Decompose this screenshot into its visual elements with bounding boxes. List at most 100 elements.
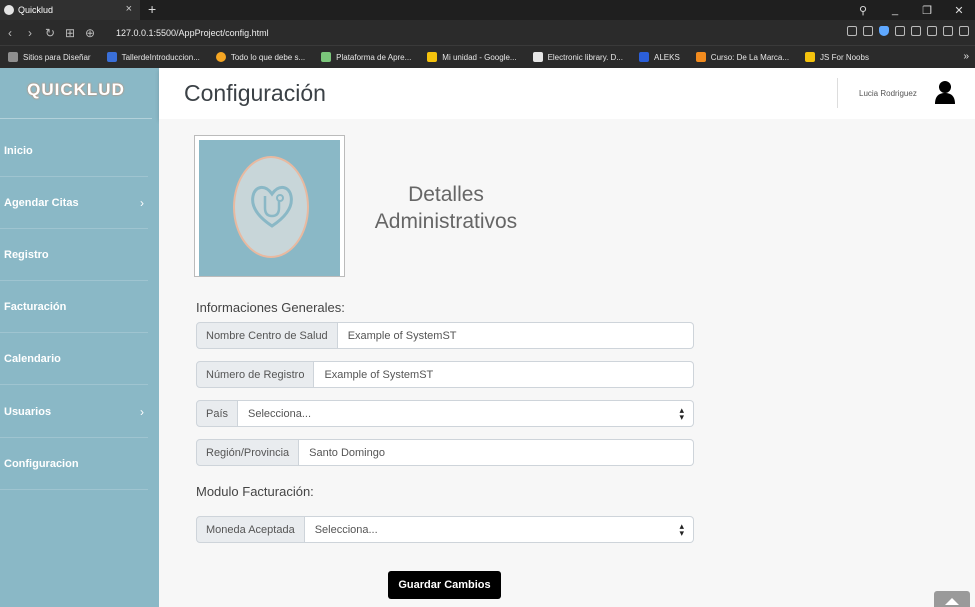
- sidebar: QUICKLUD Inicio Agendar Citas › Registro…: [0, 68, 159, 607]
- chevron-right-icon: ›: [140, 405, 144, 419]
- bookmark-item[interactable]: TallerdeIntroduccion...: [106, 52, 200, 62]
- sidebar-item-label: Facturación: [4, 301, 67, 313]
- bookmark-label: Plataforma de Apre...: [336, 52, 412, 62]
- new-tab-button[interactable]: +: [148, 1, 156, 17]
- drive-icon: [427, 52, 438, 62]
- currency-select-value: Selecciona...: [314, 523, 378, 536]
- bookmark-item[interactable]: JS For Noobs: [805, 52, 869, 62]
- restore-button[interactable]: ❐: [911, 4, 943, 17]
- bookmark-icon: [639, 52, 649, 62]
- user-name[interactable]: Lucia Rodriguez: [859, 89, 917, 98]
- page-title: Configuración: [184, 80, 326, 106]
- tab-favicon-icon: [4, 5, 14, 15]
- top-header: Configuración Lucia Rodriguez: [159, 68, 975, 119]
- screenshot-icon[interactable]: [863, 26, 873, 36]
- brand-divider: [0, 118, 152, 119]
- region-input[interactable]: Santo Domingo: [299, 439, 694, 466]
- header-divider: [837, 78, 838, 108]
- bookmark-label: JS For Noobs: [820, 52, 869, 62]
- bookmark-item[interactable]: Todo lo que debe s...: [215, 52, 306, 62]
- search-tabs-icon[interactable]: ⚲: [847, 4, 879, 17]
- menu-icon[interactable]: [959, 26, 969, 36]
- window-controls: ⚲ _ ❐ ✕: [847, 0, 975, 20]
- brand-logo[interactable]: QUICKLUD: [0, 80, 152, 100]
- extensions-icon[interactable]: [927, 26, 937, 36]
- stethoscope-heart-icon: [251, 186, 293, 228]
- registry-number-input[interactable]: Example of SystemST: [314, 361, 694, 388]
- bookmark-item[interactable]: Electronic library. D...: [532, 52, 623, 62]
- bookmark-label: Sitios para Diseñar: [23, 52, 91, 62]
- user-avatar-icon[interactable]: [934, 80, 956, 104]
- bookmark-icon: [805, 52, 816, 62]
- reload-icon[interactable]: ↻: [40, 26, 60, 40]
- health-center-group: Nombre Centro de Salud Example of System…: [196, 322, 694, 349]
- sidebar-item-label: Inicio: [4, 145, 33, 157]
- bookmark-icon: [106, 52, 117, 62]
- region-label: Región/Provincia: [196, 439, 300, 466]
- sidebar-item-configuracion[interactable]: Configuracion: [0, 438, 152, 490]
- country-select[interactable]: Selecciona... ▴ ▾: [238, 400, 694, 427]
- tab-close-icon[interactable]: ×: [126, 3, 132, 15]
- sidebar-item-calendario[interactable]: Calendario: [0, 333, 152, 385]
- forward-icon[interactable]: ›: [20, 26, 40, 40]
- bookmark-icon: [321, 52, 332, 62]
- country-select-value: Selecciona...: [248, 407, 311, 420]
- bookmark-label: Todo lo que debe s...: [230, 52, 306, 62]
- bookmark-item[interactable]: Sitios para Diseñar: [8, 52, 91, 62]
- bookmark-icon: [532, 52, 543, 62]
- bookmark-icon: [695, 52, 706, 62]
- bookmark-label: ALEKS: [654, 52, 680, 62]
- general-info-label: Informaciones Generales:: [196, 300, 345, 315]
- browser-tab[interactable]: Quicklud ×: [0, 0, 140, 20]
- url-text[interactable]: 127.0.0.1:5500/AppProject/config.html: [116, 28, 269, 38]
- sidebar-item-agendar-citas[interactable]: Agendar Citas ›: [0, 177, 152, 229]
- billing-module-label: Modulo Facturación:: [196, 484, 314, 499]
- minimize-button[interactable]: _: [879, 4, 911, 16]
- browser-titlebar: Quicklud × + ⚲ _ ❐ ✕: [0, 0, 975, 20]
- bookmark-label: Curso: De La Marca...: [710, 52, 790, 62]
- heart-icon[interactable]: [911, 26, 921, 36]
- sidebar-item-facturacion[interactable]: Facturación: [0, 281, 152, 333]
- bookmark-item[interactable]: Mi unidad - Google...: [427, 52, 517, 62]
- back-icon[interactable]: ‹: [0, 26, 20, 40]
- bookmarks-more-icon[interactable]: »: [963, 51, 969, 62]
- sidebar-item-registro[interactable]: Registro: [0, 229, 152, 281]
- save-changes-button[interactable]: Guardar Cambios: [388, 571, 501, 599]
- main-content: Detalles Administrativos Informaciones G…: [159, 119, 975, 607]
- health-center-label: Nombre Centro de Salud: [196, 322, 338, 349]
- close-window-button[interactable]: ✕: [943, 4, 975, 17]
- bookmark-icon: [215, 52, 226, 62]
- sidebar-item-label: Usuarios: [4, 406, 52, 418]
- section-title: Detalles Administrativos: [374, 183, 518, 233]
- bookmark-item[interactable]: Plataforma de Apre...: [321, 52, 411, 62]
- browser-addressbar: ‹ › ↻ ⊞ ⊕ 127.0.0.1:5500/AppProject/conf…: [0, 20, 975, 45]
- bookmark-item[interactable]: ALEKS: [639, 52, 680, 62]
- country-label: País: [196, 400, 239, 427]
- tab-title: Quicklud: [18, 5, 54, 15]
- folder-icon: [8, 52, 18, 62]
- bookmarks-bar: Sitios para Diseñar TallerdeIntroduccion…: [0, 45, 975, 68]
- tab-grid-icon[interactable]: ⊞: [60, 26, 80, 40]
- health-center-input[interactable]: Example of SystemST: [337, 322, 694, 349]
- bookmark-item[interactable]: Curso: De La Marca...: [695, 52, 790, 62]
- toolbar-icons: [847, 26, 969, 36]
- registry-number-group: Número de Registro Example of SystemST: [196, 361, 694, 388]
- bookmark-label: Mi unidad - Google...: [442, 52, 517, 62]
- select-arrows-icon: ▴ ▾: [679, 405, 684, 422]
- download-icon[interactable]: [943, 26, 953, 36]
- country-group: País Selecciona... ▴ ▾: [196, 400, 694, 427]
- currency-select[interactable]: Selecciona... ▴ ▾: [304, 516, 694, 543]
- currency-group: Moneda Aceptada Selecciona... ▴ ▾: [196, 516, 694, 543]
- scroll-to-top-button[interactable]: [934, 591, 970, 607]
- send-icon[interactable]: [895, 26, 905, 36]
- sidebar-item-inicio[interactable]: Inicio: [0, 125, 152, 177]
- site-info-icon[interactable]: ⊕: [80, 26, 100, 40]
- sidebar-item-usuarios[interactable]: Usuarios ›: [0, 386, 152, 438]
- sidebar-item-label: Registro: [4, 249, 49, 261]
- share-icon[interactable]: [847, 26, 857, 36]
- bookmark-label: Electronic library. D...: [547, 52, 623, 62]
- chevron-right-icon: ›: [140, 196, 144, 210]
- bookmark-label: TallerdeIntroduccion...: [121, 52, 200, 62]
- clinic-logo-frame: [194, 135, 345, 277]
- shield-icon[interactable]: [879, 26, 889, 36]
